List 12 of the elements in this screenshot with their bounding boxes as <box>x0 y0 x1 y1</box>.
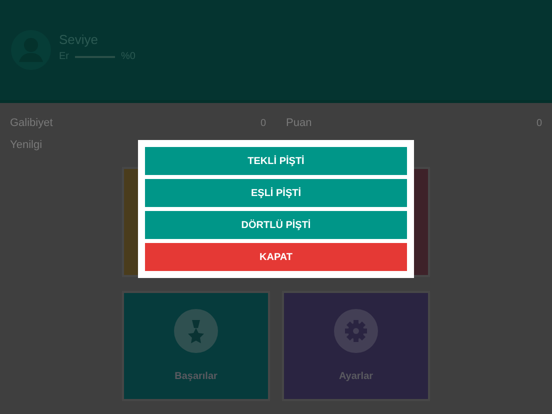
stat-value: 0 <box>536 116 542 130</box>
game-mode-button[interactable]: EŞLİ PİŞTİ <box>145 179 407 207</box>
stat-label: Puan <box>286 116 312 131</box>
game-mode-button[interactable]: TEKLİ PİŞTİ <box>145 147 407 175</box>
stat-label: Yenilgi <box>10 138 42 153</box>
tile-label: Başarılar <box>174 370 218 384</box>
medal-icon <box>174 308 218 352</box>
stat-label: Galibiyet <box>10 116 53 131</box>
game-mode-button[interactable]: DÖRTLÜ PİŞTİ <box>145 211 407 239</box>
stat-value: 0 <box>260 116 266 130</box>
settings-icon <box>334 308 378 352</box>
close-button[interactable]: KAPAT <box>145 243 407 271</box>
